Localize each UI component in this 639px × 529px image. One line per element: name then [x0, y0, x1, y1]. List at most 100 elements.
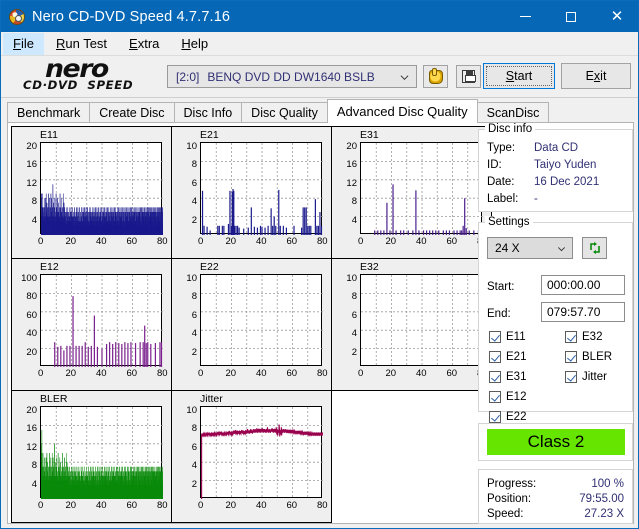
start-time-input[interactable]: 000:00.00	[541, 275, 625, 295]
progress-value: 100 %	[591, 478, 624, 490]
y-tick-label: 10	[186, 141, 197, 152]
checkbox-e11[interactable]: E11	[489, 331, 526, 343]
minimize-button[interactable]	[502, 1, 548, 32]
maximize-button[interactable]	[548, 1, 594, 32]
close-button[interactable]: ✕	[594, 1, 638, 32]
tab-disc-info[interactable]: Disc Info	[173, 102, 243, 123]
x-tick-label: 40	[96, 500, 107, 511]
y-tick-label: 4	[191, 460, 197, 472]
x-tick-label: 20	[225, 368, 237, 379]
checkbox-e32-box	[565, 331, 577, 343]
x-axis-labels-e32: 020406080	[346, 368, 491, 383]
y-tick-label: 16	[346, 159, 357, 171]
chart-title-e11: E11	[40, 129, 58, 141]
checkbox-e21[interactable]: E21	[489, 351, 526, 363]
tab-create-disc[interactable]: Create Disc	[89, 102, 175, 123]
y-axis-labels-e11: 4 8 12 16 20	[12, 137, 38, 237]
tab-disc-quality[interactable]: Disc Quality	[241, 102, 328, 123]
x-tick-label: 0	[38, 368, 44, 379]
nero-cd-dvd-speed-window: Nero CD-DVD Speed 4.7.7.16 ✕ File Run Te…	[0, 0, 639, 529]
x-axis-labels-e21: 0 20 40 60 80	[186, 236, 331, 251]
position-value: 79:55.00	[579, 493, 624, 505]
refresh-button[interactable]	[582, 237, 607, 259]
x-tick-label: 20	[65, 368, 77, 379]
menu-item-run-test[interactable]: Run Test	[46, 33, 117, 55]
disc-info-id-value: Taiyo Yuden	[534, 159, 597, 171]
checkbox-e11-box	[489, 331, 501, 343]
x-tick-label: 0	[358, 368, 364, 379]
x-axis-labels-e31: 020406080	[346, 236, 491, 251]
disc-info-date-value: 16 Dec 2021	[534, 176, 600, 188]
y-tick-label: 16	[26, 159, 37, 171]
checkbox-e32[interactable]: E32	[565, 331, 602, 343]
plot-area-jitter	[200, 406, 323, 499]
plot-area-bler	[40, 406, 163, 499]
x-tick-label: 60	[126, 236, 138, 247]
plot-area-e12	[40, 274, 163, 367]
x-tick-label: 60	[446, 368, 458, 379]
eject-hand-icon	[428, 67, 443, 84]
tab-strip: Benchmark Create Disc Disc Info Disc Qua…	[7, 99, 634, 123]
checkbox-e31[interactable]: E31	[489, 371, 526, 383]
chart-panel-e12: E12 20 40 60 80 100 0 20 40 60 80	[11, 258, 172, 391]
x-tick-label: 20	[65, 236, 77, 247]
speed-label: Speed:	[487, 508, 524, 520]
y-axis-labels-jitter: 2 4 6 8 10	[172, 401, 198, 501]
plot-area-e32	[360, 274, 483, 367]
x-tick-label: 20	[65, 500, 77, 511]
y-tick-label: 100	[21, 273, 37, 284]
y-tick-label: 4	[191, 196, 197, 208]
y-axis-labels-e12: 20 40 60 80 100	[12, 269, 38, 369]
save-button[interactable]	[456, 65, 481, 88]
menu-item-file[interactable]: File	[3, 32, 44, 55]
tab-create-disc-label: Create Disc	[99, 106, 165, 120]
x-tick-label: 20	[385, 236, 397, 247]
chart-title-e21: E21	[200, 129, 219, 141]
class-badge: Class 2	[487, 429, 625, 455]
checkbox-e12[interactable]: E12	[489, 391, 526, 403]
progress-label: Progress:	[487, 478, 537, 490]
x-tick-label: 0	[38, 500, 44, 511]
x-tick-label: 0	[38, 236, 44, 247]
menu-item-extra[interactable]: Extra	[119, 33, 169, 55]
eject-button[interactable]	[423, 65, 448, 88]
tab-scandisc-label: ScanDisc	[486, 106, 540, 120]
exit-button[interactable]: Exit	[561, 63, 631, 89]
start-button[interactable]: Start	[483, 63, 555, 89]
x-tick-label: 40	[256, 500, 267, 511]
side-panel: Disc info Type: Data CD ID: Taiyo Yuden …	[478, 123, 633, 524]
y-tick-label: 2	[351, 346, 357, 358]
tab-advanced-disc-quality[interactable]: Advanced Disc Quality	[326, 99, 478, 123]
tab-benchmark[interactable]: Benchmark	[7, 102, 91, 123]
x-tick-label: 40	[416, 368, 427, 379]
checkbox-jitter[interactable]: Jitter	[565, 371, 607, 383]
y-tick-label: 4	[351, 328, 357, 340]
checkbox-e22[interactable]: E22	[489, 411, 526, 423]
drive-select[interactable]: [2:0] BENQ DVD DD DW1640 BSLB	[167, 65, 417, 88]
toolbar: nero CD·DVD SPEED [2:0] BENQ DVD DD DW16…	[1, 54, 638, 98]
menu-bar: File Run Test Extra Help	[1, 32, 638, 56]
tab-scandisc[interactable]: ScanDisc	[476, 102, 550, 123]
y-tick-label: 16	[26, 423, 37, 435]
floppy-save-icon	[462, 70, 476, 83]
x-tick-label: 20	[225, 236, 237, 247]
drive-id-label: [2:0]	[176, 69, 200, 84]
window-controls: ✕	[502, 1, 638, 32]
speed-select[interactable]: 24 X	[487, 237, 573, 259]
plot-area-e22	[200, 274, 323, 367]
x-tick-label: 0	[358, 236, 364, 247]
menu-item-help[interactable]: Help	[171, 33, 218, 55]
end-time-input[interactable]: 079:57.70	[541, 302, 625, 322]
chart-panel-e11: E11 4 8 12 16 20 0 20 40 60 80	[11, 126, 172, 259]
maximize-icon	[566, 11, 576, 22]
disc-info-label-value: -	[534, 193, 538, 205]
y-tick-label: 8	[191, 159, 197, 171]
checkbox-e21-label: E21	[506, 351, 527, 363]
x-tick-label: 60	[126, 500, 138, 511]
tab-disc-info-label: Disc Info	[183, 106, 233, 120]
checkbox-bler-label: BLER	[582, 351, 613, 363]
x-axis-labels-e22: 0 20 40 60 80	[186, 368, 331, 383]
checkbox-bler[interactable]: BLER	[565, 351, 612, 363]
y-tick-label: 6	[191, 441, 197, 453]
checkbox-jitter-box	[565, 371, 577, 383]
